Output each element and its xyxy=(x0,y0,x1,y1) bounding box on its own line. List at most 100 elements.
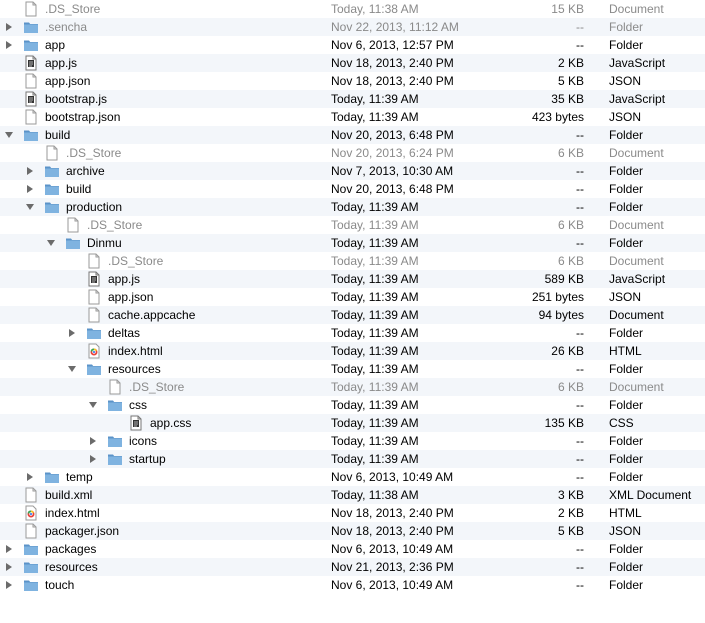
file-row[interactable]: build Nov 20, 2013, 6:48 PM -- Folder xyxy=(0,126,705,144)
file-kind: Folder xyxy=(609,542,644,556)
file-row[interactable]: resources Today, 11:39 AM -- Folder xyxy=(0,360,705,378)
file-date-modified: Today, 11:39 AM xyxy=(331,218,419,232)
blank-file-icon xyxy=(23,1,39,17)
file-date-modified: Today, 11:39 AM xyxy=(331,362,419,376)
disclosure-triangle-expanded[interactable] xyxy=(67,364,77,374)
file-date-modified: Nov 6, 2013, 10:49 AM xyxy=(331,578,454,592)
file-row[interactable]: resources Nov 21, 2013, 2:36 PM -- Folde… xyxy=(0,558,705,576)
file-name: production xyxy=(66,200,123,214)
file-date-modified: Today, 11:39 AM xyxy=(331,326,419,340)
file-size: 15 KB xyxy=(551,2,584,16)
file-kind: JavaScript xyxy=(609,272,666,286)
file-row[interactable]: icons Today, 11:39 AM -- Folder xyxy=(0,432,705,450)
disclosure-triangle-collapsed[interactable] xyxy=(67,328,77,338)
file-row[interactable]: .DS_Store Today, 11:38 AM 15 KB Document xyxy=(0,0,705,18)
file-row[interactable]: touch Nov 6, 2013, 10:49 AM -- Folder xyxy=(0,576,705,594)
file-date-modified: Today, 11:39 AM xyxy=(331,92,419,106)
blank-file-icon xyxy=(86,253,102,269)
file-row[interactable]: .DS_Store Today, 11:39 AM 6 KB Document xyxy=(0,252,705,270)
file-row[interactable]: temp Nov 6, 2013, 10:49 AM -- Folder xyxy=(0,468,705,486)
disclosure-triangle-collapsed[interactable] xyxy=(25,184,35,194)
file-date-modified: Today, 11:39 AM xyxy=(331,398,419,412)
blank-file-icon xyxy=(107,379,123,395)
folder-icon xyxy=(23,37,39,53)
disclosure-triangle-collapsed[interactable] xyxy=(25,472,35,482)
file-row[interactable]: packager.json Nov 18, 2013, 2:40 PM 5 KB… xyxy=(0,522,705,540)
file-date-modified: Today, 11:39 AM xyxy=(331,110,419,124)
disclosure-triangle-collapsed[interactable] xyxy=(4,40,14,50)
script-file-icon xyxy=(23,55,39,71)
file-kind: Folder xyxy=(609,470,644,484)
file-row[interactable]: .DS_Store Nov 20, 2013, 6:24 PM 6 KB Doc… xyxy=(0,144,705,162)
file-name: bootstrap.json xyxy=(45,110,121,124)
disclosure-triangle-collapsed[interactable] xyxy=(25,166,35,176)
file-row[interactable]: deltas Today, 11:39 AM -- Folder xyxy=(0,324,705,342)
file-kind: XML Document xyxy=(609,488,692,502)
file-row[interactable]: bootstrap.json Today, 11:39 AM 423 bytes… xyxy=(0,108,705,126)
disclosure-triangle-expanded[interactable] xyxy=(4,130,14,140)
file-row[interactable]: archive Nov 7, 2013, 10:30 AM -- Folder xyxy=(0,162,705,180)
folder-icon xyxy=(44,181,60,197)
file-row[interactable]: Dinmu Today, 11:39 AM -- Folder xyxy=(0,234,705,252)
file-name: startup xyxy=(129,452,166,466)
blank-file-icon xyxy=(44,145,60,161)
disclosure-triangle-collapsed[interactable] xyxy=(4,580,14,590)
disclosure-triangle-collapsed[interactable] xyxy=(88,436,98,446)
file-date-modified: Today, 11:39 AM xyxy=(331,452,419,466)
file-size: 6 KB xyxy=(557,380,584,394)
disclosure-triangle-collapsed[interactable] xyxy=(4,22,14,32)
file-date-modified: Today, 11:39 AM xyxy=(331,290,419,304)
file-row[interactable]: index.html Nov 18, 2013, 2:40 PM 2 KB HT… xyxy=(0,504,705,522)
folder-icon xyxy=(44,199,60,215)
file-name: app.js xyxy=(108,272,141,286)
file-row[interactable]: packages Nov 6, 2013, 10:49 AM -- Folder xyxy=(0,540,705,558)
file-kind: JSON xyxy=(609,290,642,304)
disclosure-triangle-collapsed[interactable] xyxy=(88,454,98,464)
file-row[interactable]: app.css Today, 11:39 AM 135 KB CSS xyxy=(0,414,705,432)
file-size: -- xyxy=(576,38,584,52)
file-name: packages xyxy=(45,542,97,556)
disclosure-triangle-expanded[interactable] xyxy=(88,400,98,410)
disclosure-triangle-expanded[interactable] xyxy=(46,238,56,248)
file-row[interactable]: index.html Today, 11:39 AM 26 KB HTML xyxy=(0,342,705,360)
folder-icon xyxy=(86,325,102,341)
file-row[interactable]: app.json Today, 11:39 AM 251 bytes JSON xyxy=(0,288,705,306)
file-row[interactable]: .DS_Store Today, 11:39 AM 6 KB Document xyxy=(0,378,705,396)
disclosure-triangle-expanded[interactable] xyxy=(25,202,35,212)
blank-file-icon xyxy=(86,289,102,305)
file-row[interactable]: app.js Today, 11:39 AM 589 KB JavaScript xyxy=(0,270,705,288)
file-row[interactable]: .sencha Nov 22, 2013, 11:12 AM -- Folder xyxy=(0,18,705,36)
file-row[interactable]: .DS_Store Today, 11:39 AM 6 KB Document xyxy=(0,216,705,234)
file-size: 135 KB xyxy=(544,416,584,430)
disclosure-triangle-collapsed[interactable] xyxy=(4,544,14,554)
file-date-modified: Nov 18, 2013, 2:40 PM xyxy=(331,506,454,520)
file-row[interactable]: production Today, 11:39 AM -- Folder xyxy=(0,198,705,216)
file-kind: Folder xyxy=(609,128,644,142)
file-row[interactable]: css Today, 11:39 AM -- Folder xyxy=(0,396,705,414)
file-name: archive xyxy=(66,164,105,178)
file-row[interactable]: app.js Nov 18, 2013, 2:40 PM 2 KB JavaSc… xyxy=(0,54,705,72)
file-kind: Folder xyxy=(609,434,644,448)
file-size: -- xyxy=(576,182,584,196)
file-date-modified: Today, 11:39 AM xyxy=(331,308,419,322)
folder-icon xyxy=(23,541,39,557)
blank-file-icon xyxy=(23,523,39,539)
file-name: build xyxy=(45,128,71,142)
file-row[interactable]: startup Today, 11:39 AM -- Folder xyxy=(0,450,705,468)
file-row[interactable]: build Nov 20, 2013, 6:48 PM -- Folder xyxy=(0,180,705,198)
file-kind: JavaScript xyxy=(609,92,666,106)
file-row[interactable]: bootstrap.js Today, 11:39 AM 35 KB JavaS… xyxy=(0,90,705,108)
file-name: app.json xyxy=(45,74,91,88)
file-row[interactable]: app Nov 6, 2013, 12:57 PM -- Folder xyxy=(0,36,705,54)
file-size: 94 bytes xyxy=(538,308,584,322)
disclosure-triangle-collapsed[interactable] xyxy=(4,562,14,572)
file-row[interactable]: build.xml Today, 11:38 AM 3 KB XML Docum… xyxy=(0,486,705,504)
file-row[interactable]: app.json Nov 18, 2013, 2:40 PM 5 KB JSON xyxy=(0,72,705,90)
html-file-icon xyxy=(86,343,102,359)
file-name: .DS_Store xyxy=(87,218,143,232)
folder-icon xyxy=(65,235,81,251)
file-size: 35 KB xyxy=(551,92,584,106)
file-name: app.css xyxy=(150,416,192,430)
file-row[interactable]: cache.appcache Today, 11:39 AM 94 bytes … xyxy=(0,306,705,324)
file-name: app.json xyxy=(108,290,154,304)
